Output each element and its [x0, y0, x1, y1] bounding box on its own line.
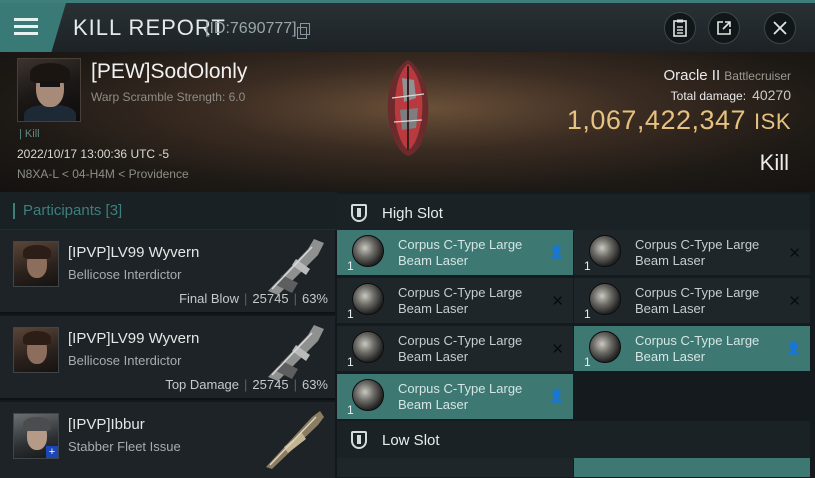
isk-value: 1,067,422,347 ISK: [566, 105, 791, 135]
destroyed-x-icon: ✕: [788, 245, 801, 262]
participant-name: [IPVP]Ibbur: [68, 416, 145, 433]
beam-laser-icon: [589, 283, 621, 315]
participant-row[interactable]: [IPVP]LV99 Wyvern Bellicose Interdictor …: [0, 230, 335, 314]
module-slot[interactable]: 1 Corpus C-Type Large Beam Laser 👤: [337, 374, 573, 420]
beam-laser-icon: [352, 235, 384, 267]
participant-portrait[interactable]: [13, 241, 59, 287]
participant-stats: Top Damage | 25745 | 63%: [165, 377, 328, 392]
module-name: Corpus C-Type Large Beam Laser: [635, 285, 760, 316]
participant-ship: Stabber Fleet Issue: [68, 439, 181, 454]
victim-subtitle: Warp Scramble Strength: 6.0: [91, 90, 246, 104]
participants-header[interactable]: Participants [3]: [0, 192, 337, 230]
ship-render[interactable]: [378, 58, 438, 158]
destroyed-x-icon: ✕: [551, 293, 564, 310]
report-id: [ID:7690777]: [205, 20, 297, 37]
participant-stats: Final Blow | 25745 | 63%: [179, 291, 328, 306]
participant-row[interactable]: [IPVP]LV99 Wyvern Bellicose Interdictor …: [0, 316, 335, 400]
interdictor-ship-icon: [268, 239, 324, 295]
participants-panel: Participants [3] [IPVP]LV99 Wyvern Belli…: [0, 192, 337, 478]
menu-button[interactable]: [0, 3, 66, 52]
kill-date: 2022/10/17 13:00:36 UTC -5: [17, 147, 170, 161]
module-quantity: 1: [347, 259, 354, 273]
alliance-flag-icon: +: [46, 446, 58, 458]
kill-location[interactable]: N8XA-L < 04-H4M < Providence: [17, 167, 189, 181]
low-slot-header[interactable]: Low Slot: [337, 421, 810, 459]
destroyed-x-icon: ✕: [551, 341, 564, 358]
beam-laser-icon: [352, 331, 384, 363]
interdictor-ship-icon: [268, 325, 324, 381]
victim-portrait[interactable]: [17, 58, 81, 122]
pilot-icon: 👤: [549, 389, 564, 403]
participant-name: [IPVP]LV99 Wyvern: [68, 330, 200, 347]
module-slot[interactable]: 1 Corpus C-Type Large Beam Laser ✕: [337, 278, 573, 324]
module-quantity: 1: [584, 259, 591, 273]
low-slot-title: Low Slot: [382, 432, 440, 449]
close-button[interactable]: [764, 12, 796, 44]
kill-tag: | Kill: [19, 128, 40, 140]
module-name: Corpus C-Type Large Beam Laser: [398, 381, 523, 412]
ship-class: Battlecruiser: [724, 69, 791, 83]
high-slot-title: High Slot: [382, 205, 443, 222]
module-slot[interactable]: 1 Corpus C-Type Large Beam Laser ✕: [574, 278, 810, 324]
pilot-icon: 👤: [549, 245, 564, 259]
victim-name[interactable]: [PEW]SodOlonly: [91, 60, 247, 84]
module-slot[interactable]: 1 Corpus C-Type Large Beam Laser 👤: [337, 230, 573, 276]
fitting-panel: High Slot 1 Corpus C-Type Large Beam Las…: [337, 192, 815, 478]
module-name: Corpus C-Type Large Beam Laser: [398, 285, 523, 316]
module-quantity: 1: [347, 403, 354, 417]
pilot-icon: 👤: [786, 341, 801, 355]
module-slot[interactable]: [574, 458, 810, 478]
participants-title: Participants [3]: [23, 202, 123, 219]
module-name: Corpus C-Type Large Beam Laser: [398, 237, 523, 268]
participant-portrait[interactable]: +: [13, 413, 59, 459]
module-name: Corpus C-Type Large Beam Laser: [635, 333, 760, 364]
close-icon: [773, 21, 787, 35]
participant-ship: Bellicose Interdictor: [68, 353, 182, 368]
module-quantity: 1: [584, 355, 591, 369]
copy-icon[interactable]: [297, 23, 310, 39]
participant-row[interactable]: + [IPVP]Ibbur Stabber Fleet Issue: [0, 402, 335, 478]
participant-name: [IPVP]LV99 Wyvern: [68, 244, 200, 261]
beam-laser-icon: [589, 235, 621, 267]
module-name: Corpus C-Type Large Beam Laser: [635, 237, 760, 268]
beam-laser-icon: [352, 379, 384, 411]
beam-laser-icon: [352, 283, 384, 315]
module-quantity: 1: [347, 355, 354, 369]
kill-result: Kill: [759, 150, 789, 175]
hamburger-icon: [14, 18, 38, 21]
high-slot-icon: [351, 204, 367, 222]
clipboard-icon: [673, 19, 687, 37]
kill-header: [PEW]SodOlonly Warp Scramble Strength: 6…: [0, 52, 815, 192]
participant-ship: Bellicose Interdictor: [68, 267, 182, 282]
module-slot[interactable]: 1 Corpus C-Type Large Beam Laser ✕: [574, 230, 810, 276]
module-name: Corpus C-Type Large Beam Laser: [398, 333, 523, 364]
module-quantity: 1: [584, 307, 591, 321]
total-damage: Total damage: 40270: [670, 87, 791, 103]
cruiser-ship-icon: [266, 411, 324, 469]
participant-portrait[interactable]: [13, 327, 59, 373]
high-slot-header[interactable]: High Slot: [337, 194, 810, 232]
share-button[interactable]: [708, 12, 740, 44]
window-title: KILL REPORT: [73, 15, 226, 40]
beam-laser-icon: [589, 331, 621, 363]
module-slot[interactable]: 1 Corpus C-Type Large Beam Laser ✕: [337, 326, 573, 372]
low-slot-icon: [351, 431, 367, 449]
title-bar: KILL REPORT [ID:7690777]: [0, 0, 815, 52]
destroyed-x-icon: ✕: [788, 293, 801, 310]
module-slot[interactable]: [337, 458, 573, 478]
module-slot[interactable]: 1 Corpus C-Type Large Beam Laser 👤: [574, 326, 810, 372]
notes-button[interactable]: [664, 12, 696, 44]
module-quantity: 1: [347, 307, 354, 321]
external-link-icon: [717, 21, 731, 35]
ship-name[interactable]: Oracle II Battlecruiser: [663, 67, 791, 84]
